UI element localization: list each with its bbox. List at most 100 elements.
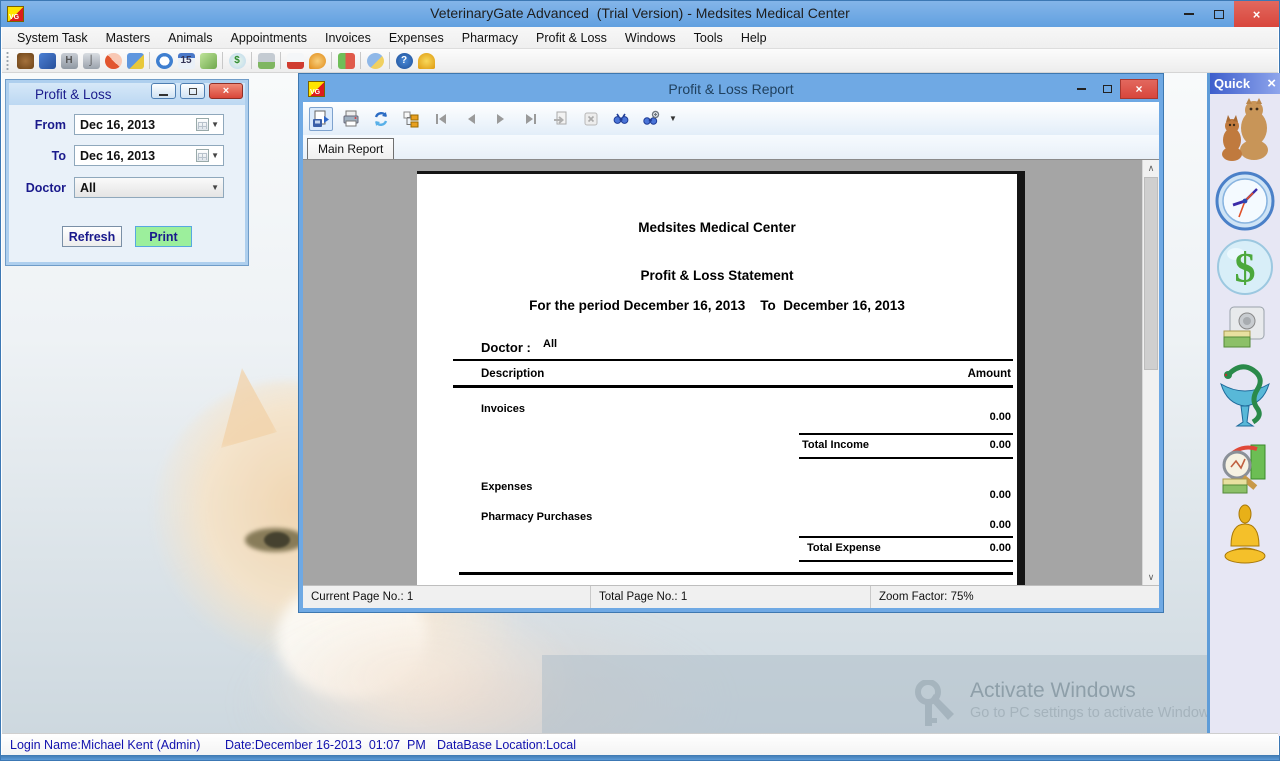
- report-window-title: Profit & Loss Report: [302, 81, 1160, 97]
- from-date-field[interactable]: Dec 16, 2013 ▼: [74, 114, 224, 135]
- doctor-select[interactable]: All ▼: [74, 177, 224, 198]
- menu-appointments[interactable]: Appointments: [222, 27, 316, 49]
- pets-image[interactable]: [1216, 98, 1274, 164]
- refresh-report-icon[interactable]: [369, 107, 393, 131]
- toolbar-grip[interactable]: [5, 52, 10, 70]
- expenses-icon[interactable]: [255, 51, 277, 71]
- report-tab-strip: Main Report: [303, 135, 1159, 159]
- print-button[interactable]: Print: [135, 226, 192, 247]
- invoice-icon[interactable]: [197, 51, 219, 71]
- surgery-icon[interactable]: ⌡: [80, 51, 102, 71]
- calendar-icon[interactable]: 15: [175, 51, 197, 71]
- activate-windows-subtext: Go to PC settings to activate Windows.: [970, 705, 1221, 721]
- animal-records-icon[interactable]: [36, 51, 58, 71]
- doctor-selected-value: All: [80, 181, 96, 195]
- menu-tools[interactable]: Tools: [685, 27, 732, 49]
- dialog-minimize-button[interactable]: [151, 83, 176, 99]
- profit-loss-dialog: Profit & Loss × From Dec 16, 2013 ▼ To D…: [5, 79, 249, 266]
- menu-invoices[interactable]: Invoices: [316, 27, 380, 49]
- report-titlebar[interactable]: VG Profit & Loss Report ×: [302, 77, 1160, 101]
- scrollbar-thumb[interactable]: [1144, 177, 1158, 370]
- close-view-icon[interactable]: [579, 107, 603, 131]
- zoom-dropdown-arrow-icon[interactable]: ▼: [669, 114, 677, 123]
- report-row-amount: 0.00: [811, 519, 1011, 531]
- first-page-icon[interactable]: [429, 107, 453, 131]
- report-toolbar: ▼: [303, 102, 1159, 135]
- menu-masters[interactable]: Masters: [97, 27, 159, 49]
- clock-icon[interactable]: [153, 51, 175, 71]
- menubar: System Task Masters Animals Appointments…: [2, 27, 1278, 49]
- lab-icon[interactable]: [124, 51, 146, 71]
- grooming-icon[interactable]: H: [58, 51, 80, 71]
- group-tree-icon[interactable]: [399, 107, 423, 131]
- current-page-status: Current Page No.: 1: [303, 586, 591, 608]
- dog-icon[interactable]: [14, 51, 36, 71]
- last-page-icon[interactable]: [519, 107, 543, 131]
- report-statusbar: Current Page No.: 1 Total Page No.: 1 Zo…: [303, 585, 1159, 608]
- bell-icon[interactable]: [1218, 504, 1272, 568]
- report-window: VG Profit & Loss Report ×: [298, 73, 1164, 613]
- report-page: Medsites Medical Center Profit & Loss St…: [417, 171, 1025, 585]
- activate-windows-text: Activate Windows: [970, 679, 1136, 703]
- report-col-description: Description: [481, 368, 544, 380]
- minimize-button[interactable]: [1174, 1, 1204, 27]
- report-close-button[interactable]: ×: [1120, 79, 1158, 99]
- clock-icon[interactable]: [1215, 171, 1275, 231]
- help-icon[interactable]: ?: [393, 51, 415, 71]
- dollar-bubble-icon[interactable]: $: [1216, 238, 1274, 296]
- report-period-line: For the period December 16, 2013 To Dece…: [417, 298, 1017, 313]
- cash-box-icon[interactable]: [1220, 303, 1270, 353]
- print-report-icon[interactable]: [339, 107, 363, 131]
- dialog-close-button[interactable]: ×: [209, 83, 243, 99]
- main-statusbar: Login Name:Michael Kent (Admin) Date:Dec…: [2, 733, 1278, 755]
- previous-page-icon[interactable]: [459, 107, 483, 131]
- to-date-value: Dec 16, 2013: [80, 149, 155, 163]
- date-status: Date:December 16-2013 01:07 PM: [225, 738, 437, 752]
- report-minimize-button[interactable]: [1068, 78, 1094, 100]
- find-text-icon[interactable]: [609, 107, 633, 131]
- chevron-down-icon[interactable]: ▼: [209, 151, 223, 160]
- main-toolbar: H ⌡ 15 $ ?: [2, 49, 1278, 73]
- menu-windows[interactable]: Windows: [616, 27, 685, 49]
- menu-profit-loss[interactable]: Profit & Loss: [527, 27, 616, 49]
- pharmacy-icon[interactable]: [284, 51, 306, 71]
- refresh-button[interactable]: Refresh: [62, 226, 122, 247]
- maximize-button[interactable]: [1204, 1, 1234, 27]
- window-title: VeterinaryGate Advanced (Trial Version) …: [1, 5, 1279, 21]
- quick-panel-close-icon[interactable]: ×: [1267, 76, 1276, 91]
- close-button[interactable]: ×: [1234, 1, 1279, 27]
- scroll-up-icon[interactable]: ∧: [1143, 160, 1159, 176]
- profit-chart-icon[interactable]: [335, 51, 357, 71]
- calendar-icon[interactable]: [196, 149, 209, 162]
- to-label: To: [10, 149, 74, 163]
- report-doctor-value: All: [543, 338, 557, 350]
- bell-icon[interactable]: [415, 51, 437, 71]
- dollar-icon[interactable]: $: [226, 51, 248, 71]
- zoom-factor-status: Zoom Factor: 75%: [871, 586, 1159, 608]
- export-report-icon[interactable]: [309, 107, 333, 131]
- tab-main-report[interactable]: Main Report: [307, 138, 394, 159]
- report-maximize-button[interactable]: [1094, 78, 1120, 100]
- purchases-icon[interactable]: [306, 51, 328, 71]
- chevron-down-icon[interactable]: ▼: [209, 120, 223, 129]
- report-total-income-amount: 0.00: [811, 439, 1011, 451]
- menu-system-task[interactable]: System Task: [8, 27, 97, 49]
- medicine-icon[interactable]: [102, 51, 124, 71]
- report-vertical-scrollbar[interactable]: ∧ ∨: [1142, 160, 1159, 585]
- to-date-field[interactable]: Dec 16, 2013 ▼: [74, 145, 224, 166]
- menu-expenses[interactable]: Expenses: [380, 27, 453, 49]
- menu-animals[interactable]: Animals: [159, 27, 221, 49]
- calendar-icon[interactable]: [196, 118, 209, 131]
- report-search-icon[interactable]: [1217, 439, 1273, 497]
- next-page-icon[interactable]: [489, 107, 513, 131]
- dialog-maximize-button[interactable]: [180, 83, 205, 99]
- main-window: VG VeterinaryGate Advanced (Trial Versio…: [0, 0, 1280, 761]
- goto-page-icon[interactable]: [549, 107, 573, 131]
- menu-pharmacy[interactable]: Pharmacy: [453, 27, 527, 49]
- windows-icon[interactable]: [364, 51, 386, 71]
- menu-help[interactable]: Help: [732, 27, 776, 49]
- pharmacy-bowl-icon[interactable]: [1215, 360, 1275, 432]
- scroll-down-icon[interactable]: ∨: [1143, 569, 1159, 585]
- report-row-amount: 0.00: [811, 489, 1011, 501]
- zoom-icon[interactable]: [639, 107, 663, 131]
